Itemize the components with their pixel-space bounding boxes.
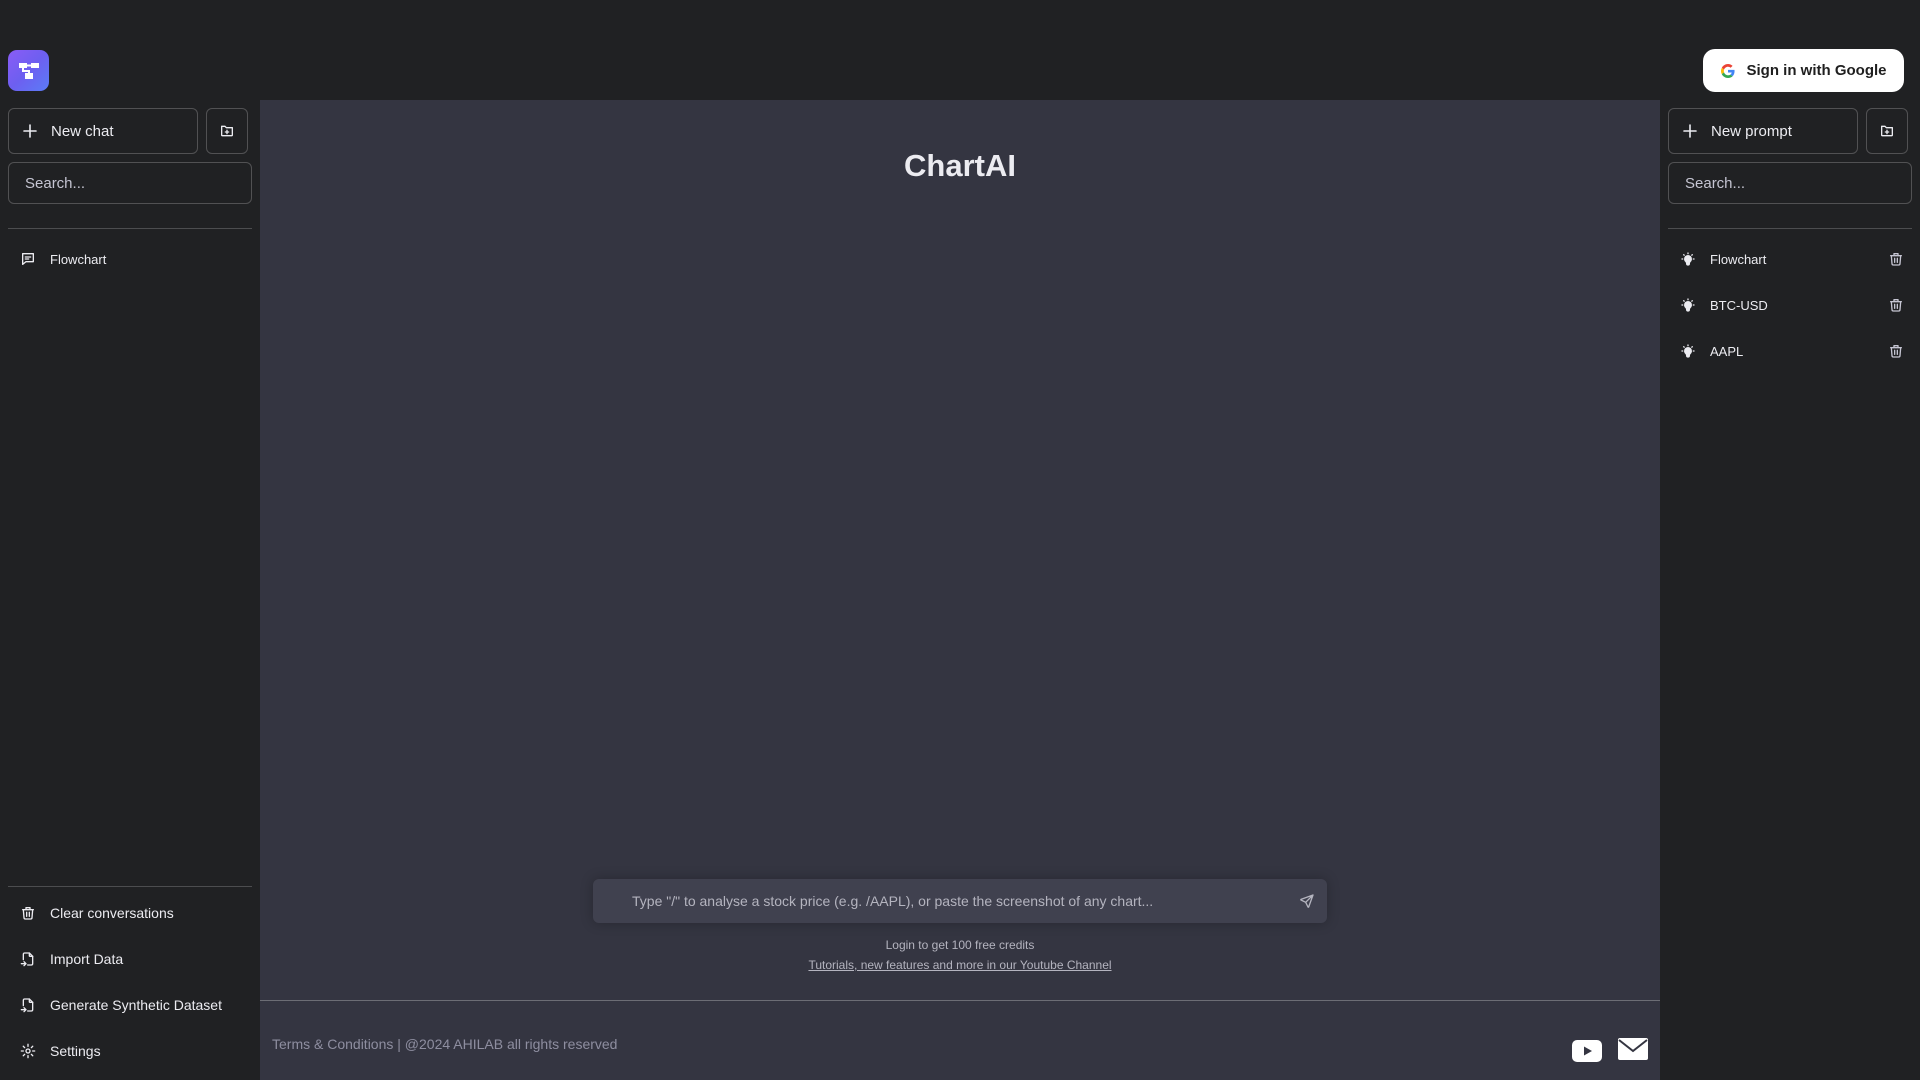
send-button[interactable]	[1287, 879, 1327, 923]
main-panel: ChartAI Login to get 100 free credits Tu…	[260, 100, 1660, 1080]
prompt-label: BTC-USD	[1710, 297, 1768, 313]
top-bar: Sign in with Google	[0, 0, 1920, 100]
trash-icon[interactable]	[1888, 297, 1904, 313]
gear-icon	[20, 1043, 36, 1059]
message-icon	[22, 253, 34, 265]
terms-link[interactable]: Terms & Conditions	[272, 1036, 393, 1052]
youtube-tutorial-link[interactable]: Tutorials, new features and more in our …	[260, 958, 1660, 972]
prompt-search-input[interactable]	[1668, 162, 1912, 204]
footer-text: Terms & Conditions | @2024 AHILAB all ri…	[272, 1036, 617, 1052]
prompt-item-flowchart[interactable]: Flowchart	[1668, 241, 1912, 277]
sidebar-divider	[8, 228, 252, 229]
import-data-label: Import Data	[50, 951, 124, 967]
plus-icon	[1683, 124, 1697, 138]
chat-input-box	[593, 879, 1327, 923]
sign-in-google-label: Sign in with Google	[1746, 62, 1887, 79]
mail-icon[interactable]	[1618, 1038, 1648, 1060]
new-chat-label: New chat	[51, 122, 114, 140]
app-logo-icon[interactable]	[8, 50, 49, 91]
file-import-icon	[20, 952, 34, 967]
credits-text: Login to get 100 free credits	[885, 938, 1035, 952]
send-icon	[1300, 894, 1314, 908]
chat-input[interactable]	[593, 879, 1287, 923]
import-data-button[interactable]: Import Data	[8, 939, 252, 979]
clear-conversations-label: Clear conversations	[50, 905, 174, 921]
bulb-icon	[1681, 298, 1695, 312]
right-sidebar: New prompt Flowchart BTC-USD	[1660, 100, 1920, 1080]
folder-plus-icon	[1881, 125, 1893, 137]
bulb-icon	[1681, 344, 1695, 358]
left-sidebar: New chat Flowchart Clear conversations I…	[0, 100, 260, 1080]
folder-plus-icon	[221, 125, 233, 137]
sign-in-google-button[interactable]: Sign in with Google	[1703, 49, 1904, 92]
new-folder-button[interactable]	[206, 108, 248, 154]
sidebar-bottom-divider	[8, 886, 252, 887]
generate-synthetic-dataset-button[interactable]: Generate Synthetic Dataset	[8, 985, 252, 1025]
plus-icon	[23, 124, 37, 138]
youtube-icon[interactable]	[1572, 1040, 1602, 1062]
generate-synthetic-dataset-label: Generate Synthetic Dataset	[50, 997, 222, 1013]
chat-search-input[interactable]	[8, 162, 252, 204]
conversation-label: Flowchart	[50, 251, 107, 267]
new-chat-button[interactable]: New chat	[8, 108, 198, 154]
file-icon	[20, 998, 34, 1013]
page-title: ChartAI	[904, 148, 1016, 183]
prompt-item-btc-usd[interactable]: BTC-USD	[1668, 287, 1912, 323]
trash-icon[interactable]	[1888, 343, 1904, 359]
google-icon	[1720, 63, 1735, 78]
trash-icon	[22, 907, 34, 920]
trash-icon[interactable]	[1888, 251, 1904, 267]
clear-conversations-button[interactable]: Clear conversations	[8, 893, 252, 933]
prompt-label: Flowchart	[1710, 251, 1767, 267]
new-prompt-folder-button[interactable]	[1866, 108, 1908, 154]
prompt-item-aapl[interactable]: AAPL	[1668, 333, 1912, 369]
footer-divider	[260, 1000, 1660, 1001]
conversation-item-flowchart[interactable]: Flowchart	[8, 242, 252, 276]
bulb-icon	[1681, 252, 1695, 266]
new-prompt-button[interactable]: New prompt	[1668, 108, 1858, 154]
new-prompt-label: New prompt	[1711, 122, 1792, 140]
prompt-label: AAPL	[1710, 343, 1744, 359]
copyright-text: | @2024 AHILAB all rights reserved	[397, 1036, 618, 1052]
settings-button[interactable]: Settings	[8, 1031, 252, 1071]
settings-label: Settings	[50, 1043, 101, 1059]
sidebar-divider	[1668, 228, 1912, 229]
